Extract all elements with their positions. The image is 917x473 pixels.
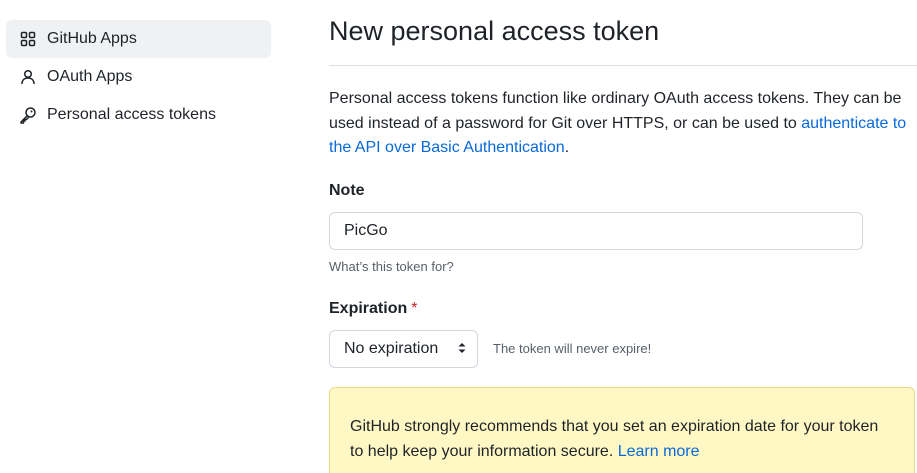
person-icon <box>18 67 38 87</box>
sidebar-item-label: GitHub Apps <box>47 30 137 47</box>
intro-suffix: . <box>564 139 570 156</box>
apps-grid-icon <box>18 29 38 49</box>
expiration-label-text: Expiration <box>329 300 408 317</box>
required-mark: * <box>411 300 418 317</box>
sidebar-item-label: OAuth Apps <box>47 68 133 85</box>
expiration-selected-value: No expiration <box>344 340 439 357</box>
divider <box>329 65 917 66</box>
sidebar-item-oauth-apps[interactable]: OAuth Apps <box>6 58 271 96</box>
expiration-select[interactable]: No expiration <box>329 330 478 368</box>
intro-text: Personal access tokens function like ord… <box>329 87 909 161</box>
expiration-hint: The token will never expire! <box>493 341 652 356</box>
sidebar-item-github-apps[interactable]: GitHub Apps <box>6 20 271 58</box>
note-input[interactable] <box>329 212 863 250</box>
key-icon <box>18 105 38 125</box>
select-arrows-icon <box>457 341 467 358</box>
learn-more-link[interactable]: Learn more <box>618 443 700 460</box>
note-label: Note <box>329 182 365 199</box>
page-title: New personal access token <box>329 16 660 46</box>
warning-text: GitHub strongly recommends that you set … <box>350 418 879 460</box>
sidebar-item-label: Personal access tokens <box>47 106 216 123</box>
note-hint: What’s this token for? <box>329 259 454 274</box>
expiration-warning: GitHub strongly recommends that you set … <box>329 387 915 473</box>
sidebar: GitHub Apps OAuth Apps Personal access t… <box>6 20 271 134</box>
page: GitHub Apps OAuth Apps Personal access t… <box>0 0 917 473</box>
expiration-label: Expiration * <box>329 300 417 318</box>
sidebar-item-personal-access-tokens[interactable]: Personal access tokens <box>6 96 271 134</box>
